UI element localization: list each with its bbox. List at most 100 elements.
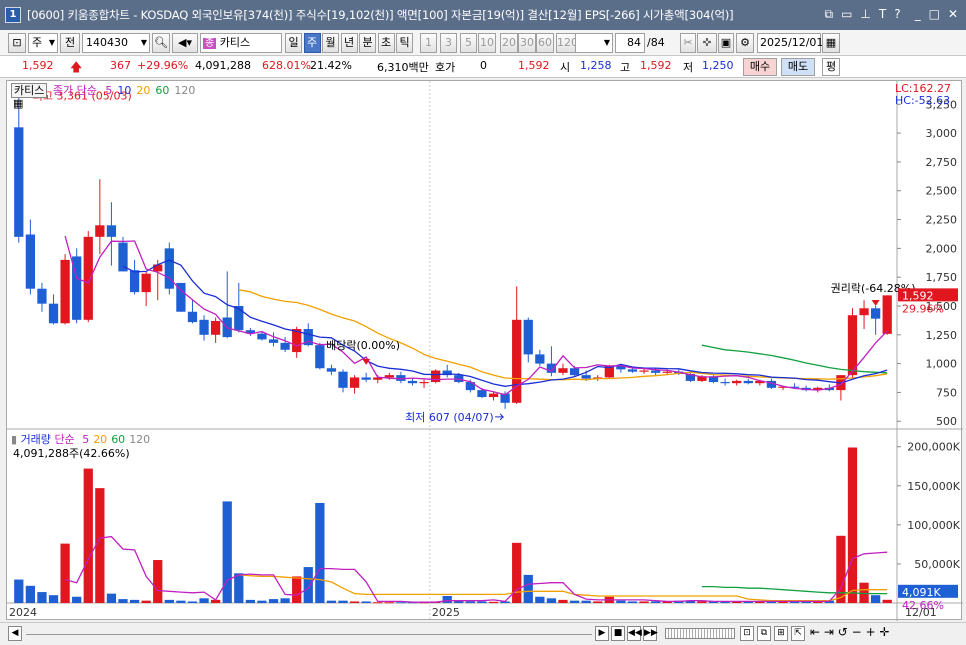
interval-tab-60[interactable]: 60 [536,33,554,53]
interval-tab-120[interactable]: 120 [556,33,578,53]
zoom-reset-icon[interactable]: ⊡ [740,626,754,641]
zoom-out-icon[interactable]: − [852,625,862,639]
volume-bar [488,601,499,603]
window-number-icon[interactable]: 1 [5,7,21,23]
dividend-annotation: 배당락(0.00%) [326,339,400,352]
scroll-start-icon[interactable]: ⇤ [810,625,820,639]
fit-icon[interactable]: ⊞ [774,626,788,641]
date-input[interactable]: 2025/12/01 [757,33,823,53]
volume-bar [14,579,24,603]
period-tab-3[interactable]: 년 [340,33,358,53]
zoom-in-icon[interactable]: + [866,625,876,639]
candle-body [569,368,580,376]
period-tab-0[interactable]: 일 [285,33,302,53]
sell-button[interactable]: 매도 [781,58,815,76]
candle-body [384,375,394,378]
volume-bar [465,601,475,603]
export-icon[interactable]: ⇱ [791,626,805,641]
code-input[interactable]: 140430 ▼ [82,33,150,53]
buy-button[interactable]: 매수 [743,58,777,76]
reset-icon[interactable]: ↺ [838,625,848,639]
volume-bar [558,599,568,603]
volume-bar [280,598,290,603]
float-icon[interactable]: ▭ [841,7,852,22]
calendar-icon[interactable]: ▦ [822,33,840,53]
chart-area[interactable]: 500 750 1,000 1,250 1,500 1,750 2,000 2,250 2,50… [6,80,963,621]
period-tab-2[interactable]: 월 [322,33,339,53]
volume-bar [48,595,59,603]
chevron-down-icon: ▼ [603,38,610,47]
hoga-price: 1,592 [518,59,550,72]
x-label-2025: 2025 [432,606,460,619]
interval-tab-20[interactable]: 20 [500,33,518,53]
legend-stock-tag[interactable]: 카티스 [11,83,48,98]
volume-tick-label: 200,000K [907,441,960,454]
volume-bar [176,600,186,603]
play-icon[interactable]: ▶ [595,626,609,641]
scroll-track[interactable] [26,634,592,635]
interval-tab-1[interactable]: 1 [420,33,437,53]
volume-ratio: 628.01% [262,59,311,72]
volume-bar [847,447,858,603]
chart-settings-icon[interactable]: ▦ [13,97,23,110]
count-total: /84 [647,36,665,49]
copy-icon[interactable]: ⧉ [757,626,771,641]
code-value: 140430 [86,36,128,49]
zoom-slider[interactable] [665,628,735,639]
interval-tab-30[interactable]: 30 [518,33,536,53]
minimize-icon[interactable]: _ [915,7,921,22]
candle-body [859,308,869,316]
volume-bar [581,600,591,603]
candle-body [95,225,105,237]
volume-bar [326,600,337,603]
volume-bar [303,567,313,603]
legend-ma-20[interactable]: 20 [136,84,150,97]
candle-body [60,259,70,324]
interval-dropdown[interactable]: ▼ [575,33,613,53]
price-tick-label: 750 [936,386,957,399]
help-icon[interactable]: ? [894,7,900,22]
scroll-end-icon[interactable]: ⇥ [824,625,834,639]
period-tab-6[interactable]: 틱 [396,33,413,53]
crosshair-icon[interactable]: ✜ [697,33,717,53]
bottom-bar: ◀ ▶ ■ ◀◀ ▶▶ ⊡ ⧉ ⊞ ⇱ ⇤ ⇥ ↺ − + ✛ [0,622,966,645]
scroll-left-icon[interactable]: ◀ [8,626,22,641]
interval-tab-10[interactable]: 10 [478,33,496,53]
legend-ma-120[interactable]: 120 [174,84,195,97]
candle-body [106,225,117,237]
volume-bar [129,599,140,603]
prev-button[interactable]: 전 [60,33,80,53]
period-tab-5[interactable]: 초 [377,33,395,53]
avg-button[interactable]: 평 [822,58,840,76]
stock-name-field[interactable]: 종 카티스 [200,33,282,53]
legend-ma-10[interactable]: 10 [117,84,131,97]
layout-icon[interactable]: ⊡ [8,33,26,53]
pin-icon[interactable]: ⊥ [860,7,870,22]
rewind-icon[interactable]: ◀◀ [627,626,642,641]
legend-ma-5[interactable]: 5 [105,84,112,97]
scissors-icon[interactable]: ✂ [680,33,696,53]
volume-bar [651,601,661,603]
maximize-icon[interactable]: □ [929,7,940,22]
interval-tab-5[interactable]: 5 [460,33,477,53]
restore-icon[interactable]: ⧉ [825,7,834,22]
interval-tab-3[interactable]: 3 [440,33,457,53]
volume-bar [118,599,128,603]
period-tab-4[interactable]: 분 [359,33,376,53]
close-icon[interactable]: ✕ [948,7,958,22]
volume-legend-ma-120[interactable]: 120 [129,433,150,446]
save-icon[interactable]: ▣ [718,33,734,53]
sound-icon[interactable]: ◀▾ [172,33,198,53]
candle-body [847,315,858,376]
text-icon[interactable]: T [879,7,886,22]
count-input[interactable]: 84 [615,33,645,53]
move-icon[interactable]: ✛ [879,625,889,639]
forward-icon[interactable]: ▶▶ [643,626,658,641]
chart-svg[interactable]: 5007501,0001,2501,5001,7502,0002,2502,50… [7,81,963,621]
period-select[interactable]: 주 ▼ [28,33,58,53]
stop-icon[interactable]: ■ [611,626,625,641]
search-icon[interactable]: 🔍︎ [152,33,170,53]
gear-icon[interactable]: ⚙ [736,33,754,53]
legend-ma-60[interactable]: 60 [155,84,169,97]
period-tab-1[interactable]: 주 [303,33,321,53]
